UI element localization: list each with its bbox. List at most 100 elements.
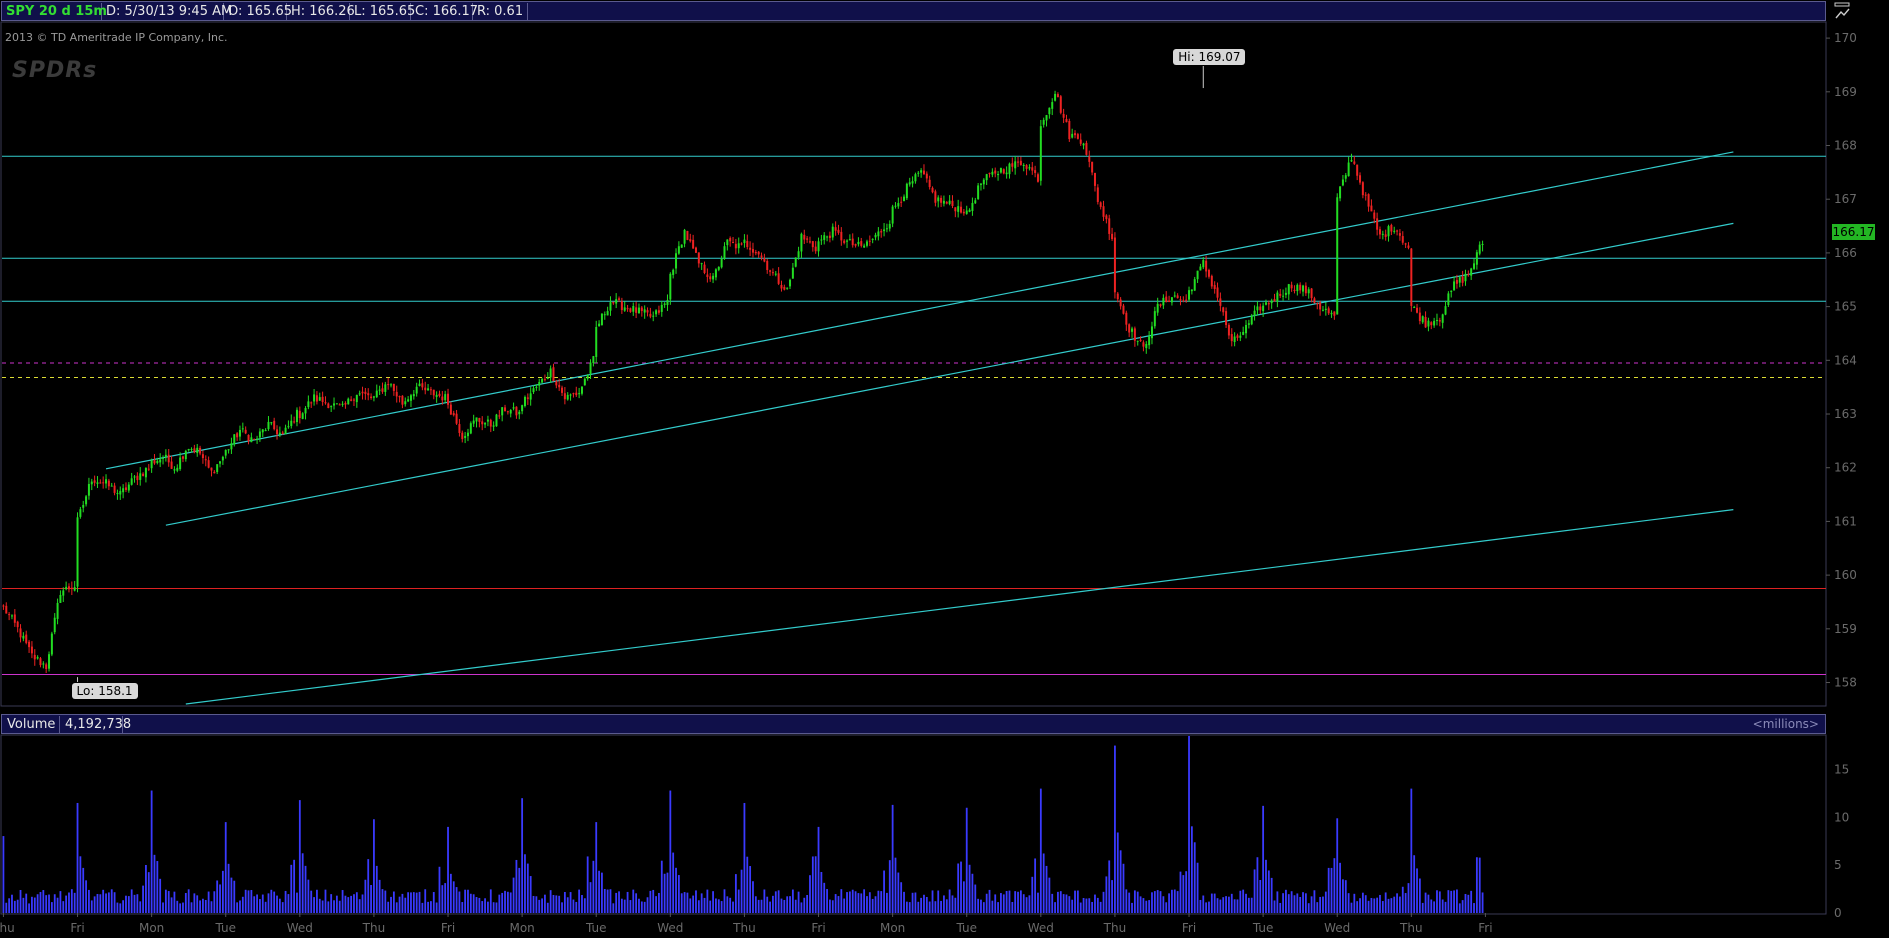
time-tick-label: Mon <box>880 921 905 935</box>
candle-body <box>1079 139 1082 144</box>
candle-body <box>150 460 153 469</box>
volume-bar <box>1173 889 1176 913</box>
volume-bar <box>250 890 253 913</box>
volume-bar <box>857 893 860 913</box>
volume-bar <box>732 901 734 913</box>
time-tick-label: Mon <box>139 921 164 935</box>
volume-bar <box>1136 891 1139 913</box>
volume-bar <box>22 897 25 913</box>
volume-bar <box>623 899 626 913</box>
volume-bar <box>31 896 33 913</box>
volume-bar <box>1410 788 1413 913</box>
candle-body <box>184 450 187 460</box>
candle-body <box>93 480 96 483</box>
volume-bar <box>173 891 176 913</box>
volume-bar <box>1045 865 1048 913</box>
candle-body <box>253 438 256 440</box>
volume-bar <box>868 892 871 913</box>
volume-bar <box>1048 877 1051 913</box>
volume-bar <box>1011 901 1014 913</box>
candle-body <box>56 602 59 619</box>
volume-bar <box>877 890 880 913</box>
candle-body <box>70 587 73 590</box>
candle-body <box>694 247 697 253</box>
candle-body <box>917 172 920 174</box>
volume-bar <box>843 898 846 913</box>
candle-body <box>1376 218 1379 230</box>
volume-bar <box>1384 892 1387 913</box>
volume-bar <box>1436 890 1438 913</box>
candle-body <box>1170 297 1173 303</box>
volume-bar <box>1407 883 1410 913</box>
time-tick-label: Wed <box>1324 921 1350 935</box>
candle-body <box>672 269 675 275</box>
volume-bar <box>1108 860 1111 913</box>
volume-bar <box>478 897 481 913</box>
candle-body <box>1227 324 1230 336</box>
volume-bar <box>1481 892 1484 913</box>
volume-bar <box>715 898 717 913</box>
candle-body <box>344 403 347 405</box>
candle-body <box>1193 279 1196 291</box>
candle-body <box>595 326 598 357</box>
candle-body <box>273 420 276 430</box>
time-tick-label: Thu <box>1103 921 1127 935</box>
volume-bar <box>358 899 361 913</box>
volume-title[interactable]: Volume <box>2 716 60 733</box>
price-tick-label: 161 <box>1834 514 1857 528</box>
candle-body <box>1296 284 1299 292</box>
candle-body <box>954 207 957 212</box>
candle-body <box>1247 323 1250 325</box>
volume-bar <box>424 889 427 913</box>
candle-body <box>484 422 487 425</box>
candle-body <box>543 379 546 381</box>
volume-bar <box>1304 893 1307 913</box>
candle-body <box>646 310 649 313</box>
candle-body <box>791 267 794 279</box>
candle-body <box>811 241 814 248</box>
time-tick-label: Fri <box>441 921 455 935</box>
candle-body <box>703 264 706 273</box>
candle-body <box>1156 303 1159 313</box>
candle-body <box>1273 299 1276 302</box>
volume-bar <box>1122 863 1125 913</box>
volume-bar <box>1099 901 1102 913</box>
candle-body <box>1450 290 1453 292</box>
volume-bar <box>629 900 632 913</box>
candle-body <box>903 196 906 202</box>
volume-bar <box>1193 842 1196 913</box>
volume-bar <box>373 819 375 913</box>
candle-body <box>90 481 93 485</box>
time-tick-label: Tue <box>955 921 977 935</box>
volume-bar <box>1000 893 1002 913</box>
candle-body <box>62 590 65 596</box>
candle-body <box>321 396 324 403</box>
volume-bar <box>318 898 321 913</box>
candle-body <box>905 183 908 199</box>
candle-body <box>1270 300 1273 304</box>
volume-bar <box>1350 902 1353 913</box>
candle-body <box>888 223 891 229</box>
volume-bar <box>504 890 506 913</box>
volume-bar <box>467 889 469 913</box>
volume-bar <box>649 890 652 913</box>
candle-body <box>1148 336 1151 346</box>
candle-body <box>846 240 849 242</box>
volume-bar <box>481 901 484 913</box>
candle-body <box>1430 322 1433 326</box>
candle-body <box>1099 202 1102 207</box>
candle-body <box>1304 285 1307 294</box>
candle-body <box>481 421 484 425</box>
volume-bar <box>130 889 133 913</box>
volume-bar <box>1250 897 1253 913</box>
candle-body <box>831 226 834 238</box>
volume-bar <box>515 859 518 913</box>
volume-bar <box>330 894 333 913</box>
volume-bar <box>39 891 42 913</box>
candle-body <box>1116 293 1119 300</box>
candle-body <box>1341 179 1344 186</box>
volume-bar <box>1142 898 1145 913</box>
volume-bar <box>1054 902 1056 913</box>
candle-body <box>666 300 669 306</box>
candle-body <box>96 482 99 484</box>
